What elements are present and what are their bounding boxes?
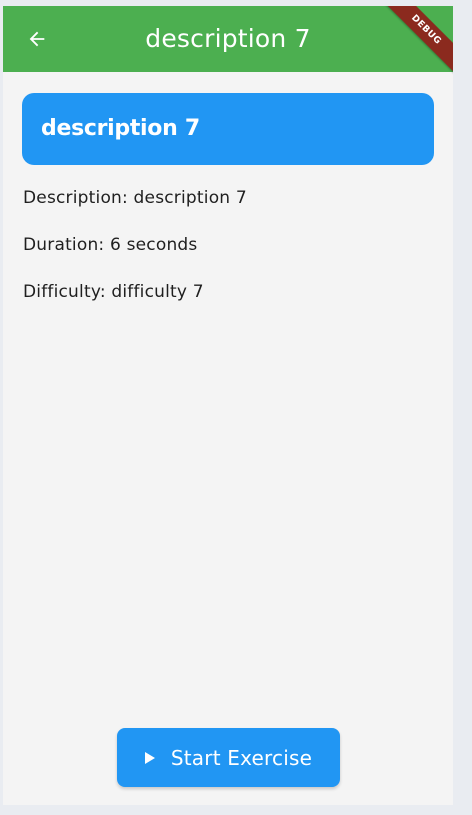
play-icon [144, 751, 155, 764]
app-bar: description 7 DEBUG [3, 6, 453, 84]
app-screen: description 7 DEBUG description 7 Descri… [3, 6, 453, 805]
exercise-title-card: description 7 [22, 93, 434, 165]
difficulty-text: Difficulty: difficulty 7 [23, 282, 204, 302]
page-title: description 7 [145, 24, 311, 53]
duration-text: Duration: 6 seconds [23, 235, 198, 255]
description-text: Description: description 7 [23, 188, 247, 208]
start-exercise-button[interactable]: Start Exercise [117, 728, 340, 787]
start-exercise-label: Start Exercise [170, 745, 313, 770]
